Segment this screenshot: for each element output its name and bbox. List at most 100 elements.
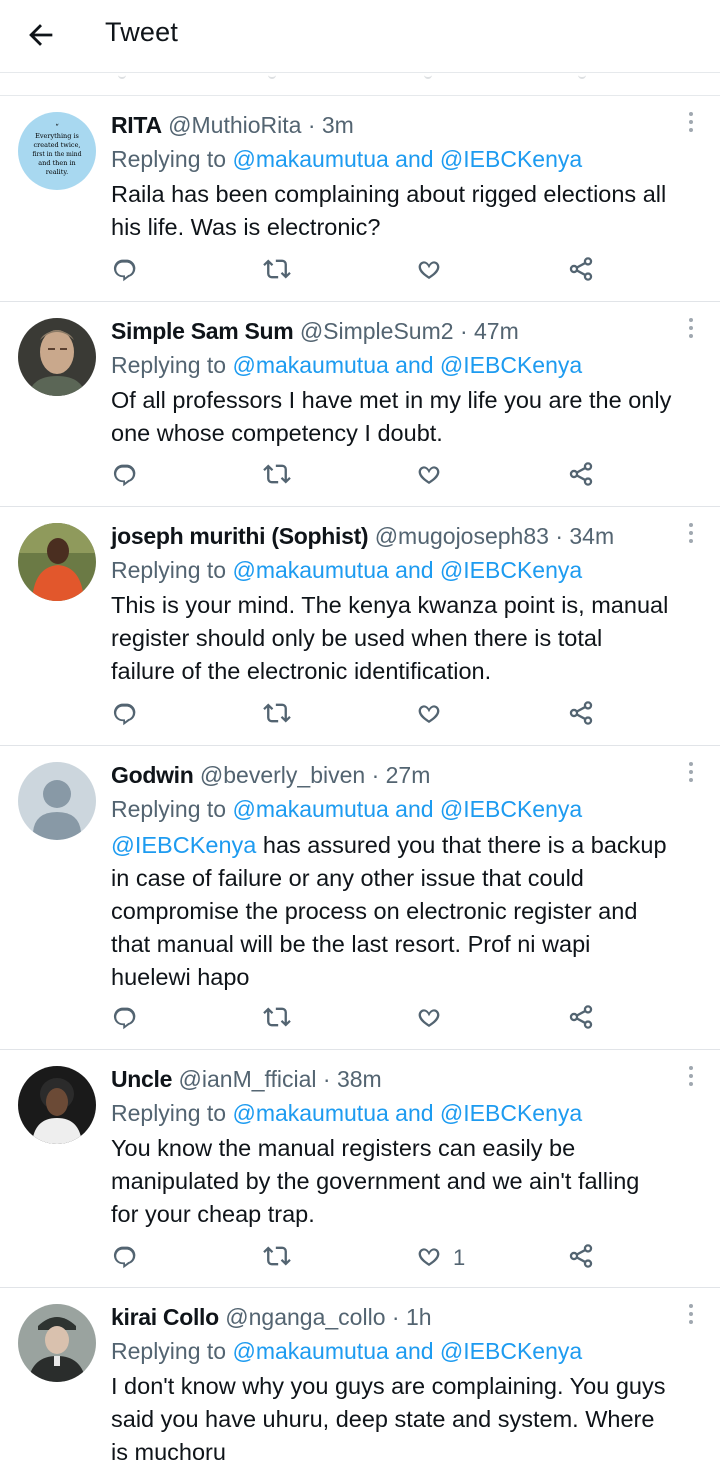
tweet-text: I don't know why you guys are complainin…: [111, 1370, 698, 1469]
svg-text:created twice,: created twice,: [34, 141, 81, 149]
reply-button[interactable]: [111, 695, 139, 735]
more-icon[interactable]: [688, 762, 694, 784]
share-button[interactable]: [567, 1238, 595, 1278]
replying-to: Replying to @makaumutua and @IEBCKenya: [111, 144, 582, 174]
tweet-line: his life. Was is electronic?: [111, 214, 381, 240]
avatar[interactable]: “ Everything is created twice, first in …: [18, 112, 96, 190]
replying-to-users[interactable]: @makaumutua and @IEBCKenya: [232, 146, 582, 172]
reply-icon: [111, 699, 139, 732]
avatar[interactable]: [18, 523, 96, 601]
display-name[interactable]: kirai Collo: [111, 1304, 219, 1330]
tweet-header: Simple Sam Sum @SimpleSum2 · 47m: [111, 316, 680, 346]
timestamp: · 47m: [459, 318, 519, 344]
mention-link[interactable]: @IEBCKenya: [111, 832, 256, 858]
like-button[interactable]: [415, 999, 453, 1039]
tweet-card[interactable]: Godwin @beverly_biven · 27m Replying to …: [0, 746, 720, 1050]
tweet-card[interactable]: “ Everything is created twice, first in …: [0, 96, 720, 302]
reply-button[interactable]: [111, 456, 139, 496]
more-icon[interactable]: [688, 1304, 694, 1326]
avatar[interactable]: [18, 318, 96, 396]
share-button[interactable]: [567, 251, 595, 291]
share-button[interactable]: [567, 456, 595, 496]
tweet-line: Of all professors I have met in my life …: [111, 387, 672, 413]
tweet-header: Uncle @ianM_fficial · 38m: [111, 1064, 680, 1094]
avatar[interactable]: [18, 1304, 96, 1382]
tweet-line: register should only be used when there …: [111, 625, 603, 651]
like-button[interactable]: 1: [415, 1238, 465, 1278]
like-icon: [415, 1003, 443, 1036]
retweet-button[interactable]: [263, 251, 291, 291]
display-name[interactable]: joseph murithi (Sophist): [111, 523, 369, 549]
more-icon[interactable]: [688, 318, 694, 340]
retweet-button[interactable]: [263, 456, 291, 496]
tweet-card[interactable]: Uncle @ianM_fficial · 38m Replying to @m…: [0, 1050, 720, 1288]
replying-to: Replying to @makaumutua and @IEBCKenya: [111, 794, 582, 824]
tweet-line-rest: has assured you that there is a backup: [256, 832, 667, 858]
avatar[interactable]: [18, 1066, 96, 1144]
svg-text:“: “: [55, 123, 59, 131]
replying-to-users[interactable]: @makaumutua and @IEBCKenya: [232, 352, 582, 378]
action-bar: [0, 251, 720, 291]
reply-button[interactable]: [111, 999, 139, 1039]
more-icon[interactable]: [688, 112, 694, 134]
back-arrow-icon[interactable]: [24, 18, 58, 52]
replying-to-users[interactable]: @makaumutua and @IEBCKenya: [232, 796, 582, 822]
retweet-icon: [263, 1003, 291, 1036]
tweet-line: in case of failure or any other issue th…: [111, 865, 584, 891]
share-button[interactable]: [567, 999, 595, 1039]
replying-to: Replying to @makaumutua and @IEBCKenya: [111, 1336, 582, 1366]
handle[interactable]: @SimpleSum2: [300, 318, 454, 344]
like-button[interactable]: [415, 251, 453, 291]
replying-to-label: Replying to: [111, 1338, 227, 1364]
handle[interactable]: @MuthioRita: [168, 112, 301, 138]
action-bar: [0, 695, 720, 735]
tweet-line: huelewi hapo: [111, 964, 250, 990]
tweet-text: This is your mind. The kenya kwanza poin…: [111, 589, 698, 688]
tweet-line: I don't know why you guys are complainin…: [111, 1373, 666, 1399]
action-bar: [0, 999, 720, 1039]
tweet-line: You know the manual registers can easily…: [111, 1135, 576, 1161]
retweet-icon: [263, 255, 291, 288]
replying-to-users[interactable]: @makaumutua and @IEBCKenya: [232, 1100, 582, 1126]
retweet-button[interactable]: [263, 695, 291, 735]
replying-to-users[interactable]: @makaumutua and @IEBCKenya: [232, 1338, 582, 1364]
like-button[interactable]: [415, 456, 453, 496]
tweet-card[interactable]: joseph murithi (Sophist) @mugojoseph83 ·…: [0, 507, 720, 746]
reply-button[interactable]: [111, 251, 139, 291]
handle[interactable]: @mugojoseph83: [375, 523, 549, 549]
handle[interactable]: @ianM_fficial: [179, 1066, 317, 1092]
handle[interactable]: @nganga_collo: [225, 1304, 385, 1330]
reply-button[interactable]: [111, 1238, 139, 1278]
share-button[interactable]: [567, 695, 595, 735]
display-name[interactable]: Uncle: [111, 1066, 172, 1092]
reply-icon: [111, 460, 139, 493]
action-bar: [0, 456, 720, 496]
tweet-line: compromise the process on electronic reg…: [111, 898, 638, 924]
handle[interactable]: @beverly_biven: [200, 762, 365, 788]
more-icon[interactable]: [688, 1066, 694, 1088]
tweet-line: failure of the electronic identification…: [111, 658, 492, 684]
svg-text:Everything is: Everything is: [35, 132, 79, 140]
tweet-line: Raila has been complaining about rigged …: [111, 181, 667, 207]
reply-icon: [111, 255, 139, 288]
like-icon: [415, 255, 443, 288]
svg-text:reality.: reality.: [46, 168, 68, 176]
action-bar: 1: [0, 1238, 720, 1278]
like-button[interactable]: [415, 695, 453, 735]
retweet-button[interactable]: [263, 1238, 291, 1278]
avatar[interactable]: [18, 762, 96, 840]
tweet-line: said you have uhuru, deep state and syst…: [111, 1406, 655, 1432]
page-title: Tweet: [105, 17, 179, 47]
tweet-text: Of all professors I have met in my life …: [111, 384, 698, 450]
display-name[interactable]: Simple Sam Sum: [111, 318, 294, 344]
like-icon: [415, 699, 443, 732]
display-name[interactable]: RITA: [111, 112, 162, 138]
display-name[interactable]: Godwin: [111, 762, 194, 788]
replying-to-users[interactable]: @makaumutua and @IEBCKenya: [232, 557, 582, 583]
retweet-button[interactable]: [263, 999, 291, 1039]
tweet-card[interactable]: kirai Collo @nganga_collo · 1h Replying …: [0, 1288, 720, 1465]
tweet-line: one whose competency I doubt.: [111, 420, 443, 446]
more-icon[interactable]: [688, 523, 694, 545]
replying-to-label: Replying to: [111, 1100, 227, 1126]
tweet-card[interactable]: Simple Sam Sum @SimpleSum2 · 47m Replyin…: [0, 302, 720, 507]
